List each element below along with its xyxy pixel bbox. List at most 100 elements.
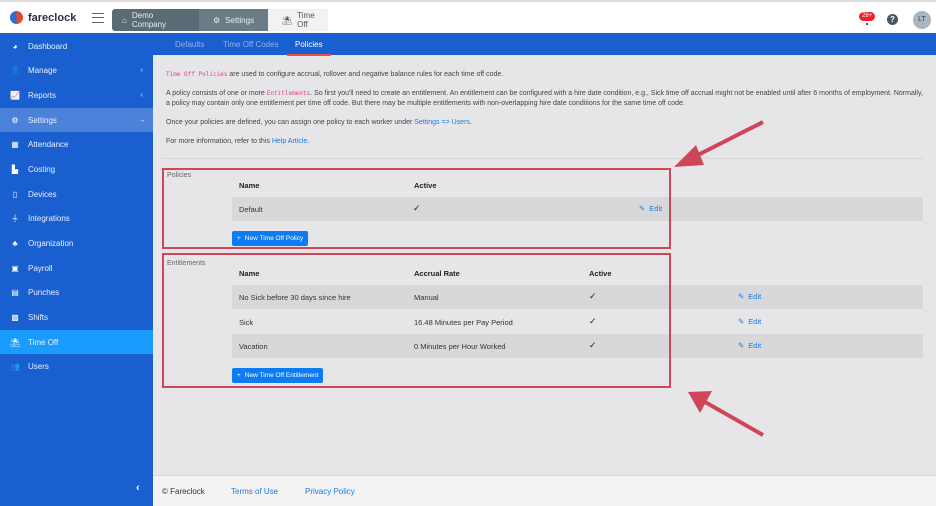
breadcrumb-label: Demo Company — [131, 11, 167, 29]
edit-button[interactable]: ✎ Edit — [639, 204, 662, 213]
sidebar-item-label: Punches — [28, 287, 60, 297]
sidebar-item-reports[interactable]: 📈 Reports ‹ — [0, 83, 153, 107]
copyright: © Fareclock — [162, 487, 205, 496]
new-time-off-policy-button[interactable]: + New Time Off Policy — [232, 231, 309, 246]
breadcrumb-time-off: ⛱ Time Off — [268, 9, 328, 31]
column-header-active: Active — [589, 269, 612, 278]
intro-paragraph: Once your policies are defined, you can … — [166, 118, 926, 128]
tab-bar: Defaults Time Off Codes Policies — [153, 33, 936, 56]
help-icon[interactable]: ? — [887, 14, 898, 25]
breadcrumb-demo-company[interactable]: ⌂ Demo Company — [112, 9, 199, 31]
calendar-icon: ▩ — [11, 312, 19, 322]
sidebar-item-settings[interactable]: ⚙ Settings › — [0, 108, 153, 132]
top-bar: fareclock ⌂ Demo Company ⚙ Settings ⛱ Time … — [0, 0, 936, 33]
text: . — [469, 119, 472, 126]
code-term: Time Off Policies — [166, 71, 228, 78]
table-row: No Sick before 30 days since hire Manual… — [232, 285, 923, 309]
sidebar-item-integrations[interactable]: ⏚ Integrations — [0, 206, 153, 230]
gear-icon: ⚙ — [11, 115, 19, 125]
table-row: Vacation 0 Minutes per Hour Worked ✓ ✎ Ed… — [232, 334, 923, 358]
sidebar-item-label: Attendance — [28, 139, 69, 149]
entitlement-name: Vacation — [239, 342, 268, 351]
intro-text: Time Off Policies are used to configure … — [166, 70, 926, 156]
tab-defaults[interactable]: Defaults — [175, 40, 204, 49]
column-header-accrual-rate: Accrual Rate — [414, 269, 460, 278]
table-row: Sick 16.48 Minutes per Pay Period ✓ ✎ Edi… — [232, 310, 923, 334]
home-icon: ⌂ — [122, 15, 127, 25]
beach-umbrella-icon: ⛱ — [282, 15, 293, 25]
button-label: New Time Off Entitlement — [244, 372, 319, 379]
sidebar-item-dashboard[interactable]: ◕ Dashboard — [0, 34, 153, 58]
sidebar-item-manage[interactable]: 👤 Manage ‹ — [0, 58, 153, 82]
gear-icon: ⚙ — [213, 15, 221, 25]
check-icon: ✓ — [589, 316, 597, 326]
sidebar-item-label: Integrations — [28, 213, 70, 223]
tab-time-off-codes[interactable]: Time Off Codes — [223, 40, 279, 49]
divider — [162, 158, 924, 159]
sidebar-item-label: Shifts — [28, 312, 49, 322]
check-icon: ✓ — [413, 203, 421, 213]
logo[interactable]: fareclock — [10, 11, 76, 24]
sidebar-item-payroll[interactable]: ▣ Payroll — [0, 256, 153, 280]
sidebar-item-shifts[interactable]: ▩ Shifts — [0, 305, 153, 329]
briefcase-icon: ▤ — [11, 287, 19, 297]
notification-badge[interactable]: 28+ — [859, 12, 876, 21]
breadcrumb-settings[interactable]: ⚙ Settings — [199, 9, 268, 31]
help-article-link[interactable]: Help Article — [272, 138, 307, 145]
sidebar-item-label: Manage — [28, 65, 57, 75]
breadcrumb-label: Time Off — [297, 11, 315, 29]
collapse-sidebar-icon[interactable]: ‹ — [136, 482, 140, 494]
sidebar-item-label: Settings — [28, 115, 57, 125]
entitlement-name: No Sick before 30 days since hire — [239, 293, 351, 302]
sidebar-item-punches[interactable]: ▤ Punches — [0, 280, 153, 304]
phone-icon: ▯ — [12, 189, 18, 199]
money-icon: ▣ — [11, 263, 19, 273]
plus-icon: + — [237, 372, 241, 379]
text: A policy consists of one or more — [166, 90, 267, 97]
hamburger-menu-icon[interactable] — [92, 13, 104, 23]
sidebar-item-label: Dashboard — [28, 41, 68, 51]
sidebar-item-costing[interactable]: ▙ Costing — [0, 157, 153, 181]
avatar[interactable]: LT — [913, 11, 931, 29]
sidebar-item-devices[interactable]: ▯ Devices — [0, 182, 153, 206]
policies-section-label: Policies — [167, 172, 192, 179]
dashboard-icon: ◕ — [12, 41, 18, 51]
settings-users-link[interactable]: Settings => Users — [414, 119, 470, 126]
sidebar-item-organization[interactable]: ♣ Organization — [0, 231, 153, 255]
footer: © Fareclock Terms of Use Privacy Policy — [153, 475, 936, 506]
sidebar-item-label: Users — [28, 361, 49, 371]
annotation-arrows — [674, 120, 764, 437]
sidebar-item-label: Devices — [28, 189, 57, 199]
intro-paragraph: For more information, refer to this Help… — [166, 137, 926, 147]
code-term: Entitlements — [266, 90, 311, 97]
beach-umbrella-icon: ⛱ — [10, 337, 21, 347]
chart-icon: 📈 — [10, 90, 20, 100]
sidebar-item-attendance[interactable]: ▦ Attendance — [0, 132, 153, 156]
column-header-name: Name — [239, 181, 260, 190]
sidebar-item-time-off[interactable]: ⛱ Time Off — [0, 330, 153, 354]
sidebar-item-label: Time Off — [28, 337, 59, 347]
privacy-policy-link[interactable]: Privacy Policy — [305, 487, 355, 496]
text: are used to configure accrual, rollover … — [227, 71, 504, 78]
arrow-icon — [688, 391, 764, 437]
sidebar-item-label: Organization — [28, 238, 74, 248]
intro-paragraph: Time Off Policies are used to configure … — [166, 70, 926, 80]
new-time-off-entitlement-button[interactable]: + New Time Off Entitlement — [232, 368, 324, 383]
sitemap-icon: ♣ — [12, 238, 18, 248]
fareclock-logo-icon — [10, 11, 23, 24]
chevron-down-icon: › — [138, 118, 146, 122]
intro-paragraph: A policy consists of one or more Entitle… — [166, 89, 926, 109]
pencil-icon: ✎ — [639, 204, 646, 213]
sidebar-item-users[interactable]: 👥 Users — [0, 354, 153, 378]
tab-policies[interactable]: Policies — [287, 40, 331, 56]
breadcrumb: ⌂ Demo Company ⚙ Settings ⛱ Time Off — [112, 9, 328, 31]
factory-icon: ▙ — [11, 164, 19, 174]
sidebar-item-label: Payroll — [28, 263, 53, 273]
table-row: Default ✓ ✎ Edit — [232, 197, 923, 221]
check-icon: ✓ — [589, 340, 597, 350]
breadcrumb-label: Settings — [225, 15, 255, 25]
sidebar: ◕ Dashboard 👤 Manage ‹ 📈 Reports ‹ ⚙ Settings ›… — [0, 33, 153, 506]
terms-of-use-link[interactable]: Terms of Use — [231, 487, 278, 496]
user-icon: 👤 — [10, 65, 20, 75]
entitlements-section-label: Entitlements — [167, 260, 206, 267]
